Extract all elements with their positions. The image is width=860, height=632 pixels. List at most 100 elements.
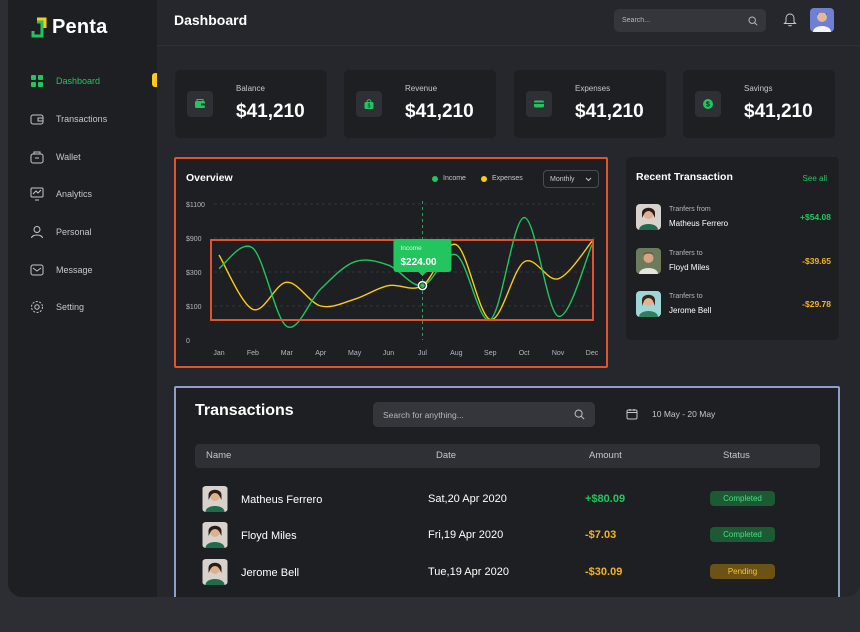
wallet-icon (30, 151, 44, 164)
stat-card-savings[interactable]: $ Savings $41,210 (683, 70, 835, 138)
x-tick-label: Aug (450, 350, 463, 357)
row-date: Fri,19 Apr 2020 (428, 529, 504, 541)
row-amount: +$80.09 (585, 493, 626, 505)
app-window: Penta Dashboard Transactions Wallet Anal… (8, 0, 860, 597)
stat-card-balance[interactable]: Balance $41,210 (175, 70, 327, 138)
x-tick-label: Oct (519, 350, 530, 357)
column-header-date[interactable]: Date (436, 450, 456, 461)
table-row[interactable]: Jerome Bell Tue,19 Apr 2020 -$30.09 Pend… (195, 559, 820, 587)
grid-icon (31, 75, 43, 87)
stat-value: $41,210 (236, 101, 305, 122)
page-footer-area (0, 597, 860, 632)
row-date: Tue,19 Apr 2020 (428, 566, 509, 578)
transactions-search-input[interactable] (383, 409, 563, 420)
sidebar-item-label: Wallet (56, 152, 81, 162)
stat-value: $41,210 (744, 101, 813, 122)
recent-item-name: Matheus Ferrero (669, 219, 729, 228)
sidebar-item-personal[interactable]: Personal (30, 222, 92, 242)
table-row[interactable]: Matheus Ferrero Sat,20 Apr 2020 +$80.09 … (195, 486, 820, 514)
row-amount: -$30.09 (585, 566, 623, 578)
calendar-icon (626, 409, 638, 420)
recent-title: Recent Transaction (636, 171, 733, 183)
user-avatar[interactable] (810, 8, 834, 32)
recent-item[interactable]: Tranfers to Floyd Miles -$39.65 (636, 248, 831, 276)
overview-panel: Overview Income Expenses Monthly $1100 $9… (174, 157, 608, 368)
sidebar-item-analytics[interactable]: Analytics (30, 184, 92, 204)
x-tick-label: Dec (586, 350, 599, 357)
row-amount: -$7.03 (585, 529, 617, 541)
x-tick-label: Apr (315, 350, 327, 357)
x-tick-label: May (348, 350, 362, 357)
recent-item-amount: -$29.78 (802, 299, 831, 309)
bell-icon[interactable] (783, 12, 797, 27)
stat-card-expenses[interactable]: Expenses $41,210 (514, 70, 666, 138)
gear-icon (31, 301, 43, 313)
avatar (202, 559, 228, 585)
sidebar-item-wallet[interactable]: Wallet (30, 147, 81, 167)
svg-text:$: $ (368, 104, 371, 110)
sidebar-item-label: Analytics (56, 189, 93, 199)
search-icon[interactable] (574, 409, 585, 420)
recent-item-amount: -$39.65 (802, 256, 831, 266)
table-row[interactable]: Floyd Miles Fri,19 Apr 2020 -$7.03 Compl… (195, 522, 820, 550)
date-range-picker[interactable]: 10 May - 20 May (626, 408, 715, 420)
header-search[interactable] (614, 9, 766, 32)
avatar (202, 486, 228, 512)
avatar (636, 248, 661, 274)
column-header-name[interactable]: Name (206, 450, 231, 461)
analytics-icon (30, 187, 44, 201)
stat-label: Expenses (575, 84, 611, 93)
search-icon[interactable] (748, 15, 758, 26)
bag-icon: $ (356, 91, 382, 117)
row-name: Jerome Bell (241, 567, 300, 579)
user-icon (31, 226, 43, 239)
brand-name: Penta (52, 16, 108, 38)
highlight-point-center (420, 283, 425, 288)
table-header: Name Date Amount Status (195, 444, 820, 468)
stat-card-revenue[interactable]: $ Revenue $41,210 (344, 70, 496, 138)
wallet-icon (187, 91, 213, 117)
column-header-status[interactable]: Status (723, 450, 750, 461)
y-tick-label: $100 (186, 304, 202, 311)
sidebar-item-dashboard[interactable]: Dashboard (30, 71, 100, 91)
see-all-link[interactable]: See all (803, 174, 827, 183)
sidebar-item-transactions[interactable]: Transactions (30, 109, 107, 129)
sidebar-item-setting[interactable]: Setting (30, 297, 84, 317)
avatar (636, 291, 661, 317)
recent-item-type: Tranfers to (669, 250, 703, 257)
sidebar: Penta Dashboard Transactions Wallet Anal… (8, 0, 157, 597)
transactions-panel: Transactions 10 May - 20 May Name Date A… (174, 386, 840, 597)
stat-value: $41,210 (405, 101, 474, 122)
svg-text:$: $ (706, 102, 710, 109)
date-range-label: 10 May - 20 May (652, 409, 716, 419)
header-divider (157, 45, 860, 46)
transactions-search[interactable] (373, 402, 595, 427)
recent-item-type: Tranfers to (669, 293, 703, 300)
recent-transactions-panel: Recent Transaction See all Tranfers from… (626, 157, 839, 340)
tooltip-value: $224.00 (400, 257, 437, 268)
status-badge: Completed (710, 491, 775, 506)
recent-item[interactable]: Tranfers to Jerome Bell -$29.78 (636, 291, 831, 319)
brand-logo[interactable]: Penta (30, 16, 107, 39)
page-title: Dashboard (174, 12, 248, 28)
recent-item-amount: +$54.08 (800, 212, 831, 222)
recent-item-name: Floyd Miles (669, 263, 710, 272)
avatar (636, 204, 661, 230)
x-tick-label: Jan (213, 350, 224, 357)
mail-icon (30, 264, 44, 276)
card-icon (526, 91, 552, 117)
sidebar-item-message[interactable]: Message (30, 260, 93, 280)
recent-item[interactable]: Tranfers from Matheus Ferrero +$54.08 (636, 204, 831, 232)
active-indicator (152, 73, 157, 87)
x-tick-label: Sep (484, 350, 497, 357)
stat-label: Balance (236, 84, 265, 93)
avatar (202, 522, 228, 548)
sidebar-item-label: Personal (56, 227, 92, 237)
series-line-income (218, 216, 593, 328)
search-input[interactable] (622, 17, 732, 24)
x-tick-label: Jul (418, 350, 427, 357)
sidebar-item-label: Dashboard (56, 76, 101, 86)
y-tick-label: $1100 (186, 202, 205, 209)
column-header-amount[interactable]: Amount (589, 450, 622, 461)
chart-tooltip-pointer (418, 272, 427, 276)
